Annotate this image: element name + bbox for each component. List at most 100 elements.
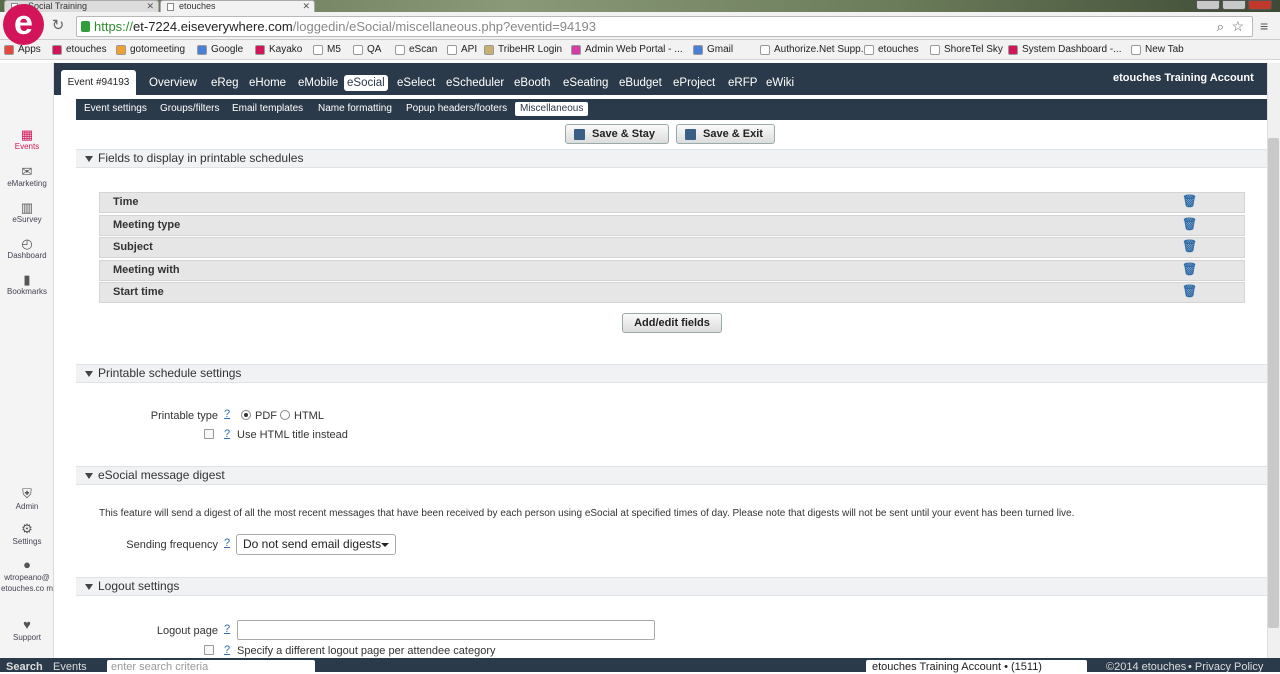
bookmark-item[interactable]: ShoreTel Sky: [930, 42, 1003, 58]
minimize-button[interactable]: [1196, 0, 1220, 10]
bookmark-item[interactable]: Google: [197, 42, 243, 58]
sidebar-bottom-item[interactable]: ⛨ Admin: [0, 487, 54, 512]
add-edit-fields-button[interactable]: Add/edit fields: [622, 313, 722, 333]
bookmark-item[interactable]: API: [447, 42, 477, 58]
envelope-icon: ✉: [21, 164, 33, 179]
browser-tab-label: etouches: [179, 1, 216, 11]
sidebar-item-esurvey[interactable]: ▥ eSurvey: [0, 201, 54, 224]
bookmark-icon: [571, 45, 581, 55]
bookmark-item[interactable]: etouches: [52, 42, 107, 58]
help-link[interactable]: ?: [224, 623, 230, 635]
help-link[interactable]: ?: [224, 644, 230, 656]
field-row[interactable]: Meeting type 🗑: [99, 214, 1245, 236]
url-scheme: https://: [94, 19, 134, 34]
bookmark-item[interactable]: Kayako: [255, 42, 302, 58]
reload-icon[interactable]: ↻: [49, 16, 67, 36]
save-exit-label: Save & Exit: [703, 128, 763, 140]
browser-tab-etouches[interactable]: etouches ✕: [160, 0, 315, 12]
logout-page-input[interactable]: [237, 620, 655, 640]
subnav-popup-headers-footers[interactable]: Popup headers/footers: [406, 102, 507, 116]
html-title-label: Use HTML title instead: [237, 429, 348, 441]
subnav-miscellaneous[interactable]: Miscellaneous: [515, 102, 589, 116]
bookmark-label: Authorize.Net Supp...: [774, 44, 870, 55]
bookmark-item[interactable]: TribeHR Login: [484, 42, 562, 58]
bookmark-item[interactable]: etouches: [864, 42, 919, 58]
sidebar-item-events[interactable]: ▦ Events: [0, 128, 54, 151]
per-category-checkbox[interactable]: [204, 645, 214, 655]
close-icon[interactable]: ✕: [302, 1, 310, 12]
trash-icon[interactable]: 🗑: [1182, 285, 1197, 298]
account-name[interactable]: etouches Training Account: [1113, 72, 1254, 84]
bookmark-item[interactable]: eScan: [395, 42, 437, 58]
sidebar-bottom-item[interactable]: ♥ Support: [0, 618, 54, 643]
bookmark-item[interactable]: M5: [313, 42, 341, 58]
etouches-logo[interactable]: e: [3, 4, 44, 45]
bookmark-item[interactable]: Gmail: [693, 42, 733, 58]
subnav-name-formatting[interactable]: Name formatting: [318, 102, 392, 116]
star-icon[interactable]: ☆: [1231, 18, 1244, 35]
trash-icon[interactable]: 🗑: [1182, 240, 1197, 253]
sidebar-item-label: Support: [12, 633, 42, 642]
bookmark-item[interactable]: System Dashboard -...: [1008, 42, 1121, 58]
pdf-radio[interactable]: [241, 410, 251, 420]
section-title: eSocial message digest: [98, 468, 225, 482]
fields-section-header[interactable]: Fields to display in printable schedules: [76, 149, 1267, 168]
event-tab[interactable]: Event #94193: [61, 70, 136, 95]
menu-icon[interactable]: ≡: [1260, 18, 1268, 34]
sidebar-bottom-item[interactable]: ● wtropeano@ etouches.co m: [0, 558, 54, 594]
sidebar-item-dashboard[interactable]: ◴ Dashboard: [0, 237, 54, 260]
close-icon[interactable]: ✕: [146, 1, 154, 12]
trash-icon[interactable]: 🗑: [1182, 262, 1197, 276]
html-title-checkbox[interactable]: [204, 429, 214, 439]
logout-section-header[interactable]: Logout settings: [76, 577, 1267, 596]
save-exit-button[interactable]: Save & Exit: [676, 124, 775, 144]
bookmark-item[interactable]: QA: [353, 42, 381, 58]
url-input[interactable]: https://et-7224.eiseverywhere.com/logged…: [76, 16, 1253, 37]
add-edit-fields-label: Add/edit fields: [634, 317, 710, 329]
maximize-button[interactable]: [1222, 0, 1246, 10]
trash-icon[interactable]: 🗑: [1182, 217, 1197, 231]
nav-escheduler[interactable]: eScheduler: [446, 75, 504, 91]
nav-eseating[interactable]: eSeating: [563, 75, 608, 91]
nav-ewiki[interactable]: eWiki: [766, 75, 794, 91]
help-link[interactable]: ?: [224, 537, 230, 549]
subnav-event-settings[interactable]: Event settings: [84, 102, 147, 116]
sidebar-item-bookmarks[interactable]: ▮ Bookmarks: [0, 273, 54, 296]
bookmark-item[interactable]: New Tab: [1131, 42, 1184, 58]
nav-ereg[interactable]: eReg: [211, 75, 239, 91]
sidebar-item-emarketing[interactable]: ✉ eMarketing: [0, 165, 54, 188]
field-row[interactable]: Meeting with 🗑: [99, 259, 1245, 281]
html-radio[interactable]: [280, 410, 290, 420]
nav-overview[interactable]: Overview: [149, 75, 197, 91]
nav-ehome[interactable]: eHome: [249, 75, 286, 91]
window-close-button[interactable]: [1248, 0, 1272, 10]
bookmark-item[interactable]: Admin Web Portal - ...: [571, 42, 683, 58]
nav-esocial[interactable]: eSocial: [344, 75, 388, 91]
nav-eproject[interactable]: eProject: [673, 75, 715, 91]
field-row[interactable]: Time 🗑: [99, 192, 1245, 213]
bookmark-item[interactable]: gotomeeting: [116, 42, 185, 58]
nav-ebudget[interactable]: eBudget: [619, 75, 662, 91]
scrollbar-thumb[interactable]: [1268, 138, 1279, 628]
field-row[interactable]: Subject 🗑: [99, 237, 1245, 258]
nav-emobile[interactable]: eMobile: [298, 75, 338, 91]
zoom-icon[interactable]: ⌕: [1217, 19, 1224, 35]
field-row[interactable]: Start time 🗑: [99, 282, 1245, 303]
subnav-email-templates[interactable]: Email templates: [232, 102, 303, 116]
sending-frequency-select[interactable]: Do not send email digests: [236, 534, 396, 555]
trash-icon[interactable]: 🗑: [1182, 195, 1197, 208]
bookmark-icon: [484, 45, 494, 55]
help-link[interactable]: ?: [224, 428, 230, 440]
nav-eselect[interactable]: eSelect: [397, 75, 435, 91]
printable-section-header[interactable]: Printable schedule settings: [76, 364, 1267, 383]
save-stay-button[interactable]: Save & Stay: [565, 124, 669, 144]
sidebar-bottom-item[interactable]: ⚙ Settings: [0, 522, 54, 547]
bookmark-item[interactable]: Authorize.Net Supp...: [760, 42, 869, 58]
nav-erfp[interactable]: eRFP: [728, 75, 757, 91]
logout-page-label: Logout page: [156, 625, 218, 637]
bookmark-label: M5: [327, 44, 341, 55]
subnav-groups-filters[interactable]: Groups/filters: [160, 102, 219, 116]
nav-ebooth[interactable]: eBooth: [514, 75, 550, 91]
help-link[interactable]: ?: [224, 408, 230, 420]
digest-section-header[interactable]: eSocial message digest: [76, 466, 1267, 485]
